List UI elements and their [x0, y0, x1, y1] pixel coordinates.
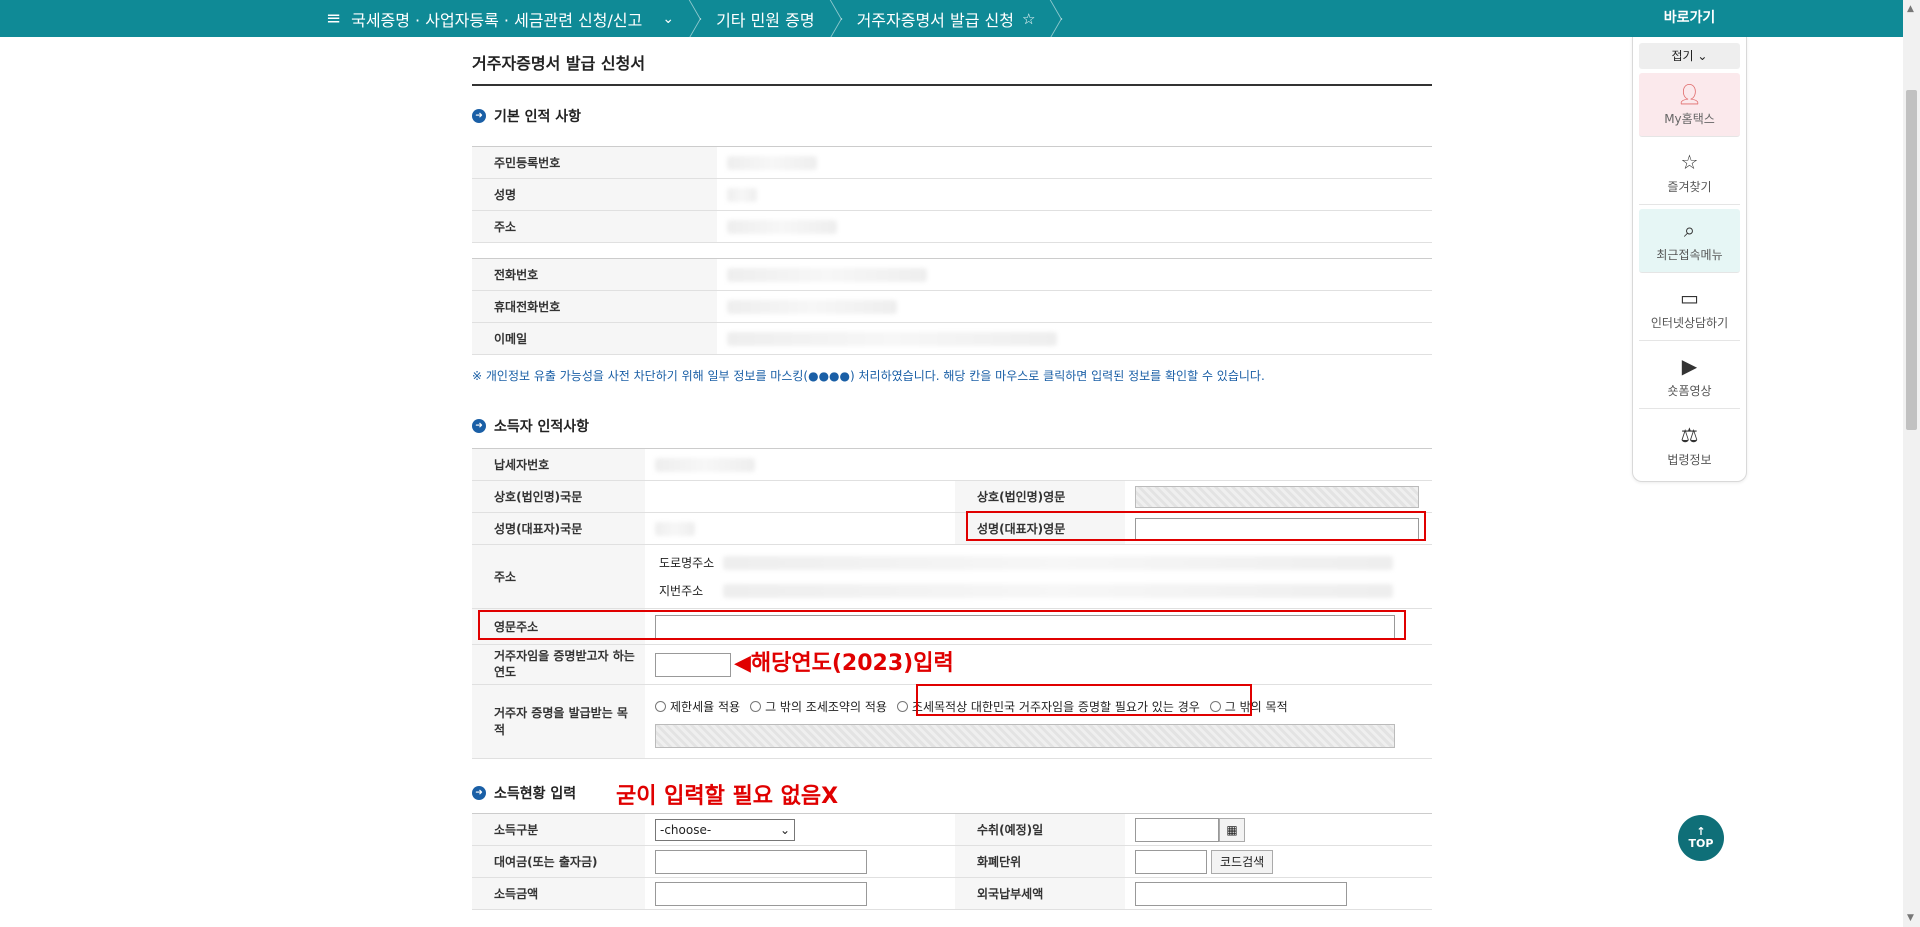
- label-company-en: 상호(법인명)영문: [955, 480, 1125, 513]
- star-icon[interactable]: ☆: [1022, 10, 1035, 28]
- play-icon: ▶: [1681, 354, 1698, 378]
- radio-circle[interactable]: [896, 701, 908, 712]
- hamburger-icon[interactable]: ≡: [326, 8, 341, 29]
- section-title-text: 소득현황 입력: [494, 786, 577, 802]
- label-taxpayer-no: 납세자번호: [472, 448, 645, 481]
- breadcrumb: ≡ 국세증명 · 사업자등록 · 세금관련 신청/신고 ⌄ 기타 민원 증명 거…: [314, 0, 1063, 37]
- breadcrumb-label: 거주자증명서 발급 신청: [856, 10, 1014, 30]
- quick-item-my-hometax[interactable]: 👤︎ My홈택스: [1639, 73, 1740, 137]
- currency-input[interactable]: [1135, 849, 1207, 874]
- section-earner-info-title: ➜ 소득자 인적사항: [472, 416, 1432, 436]
- label-currency: 화폐단위: [955, 845, 1125, 878]
- breadcrumb-label: 기타 민원 증명: [716, 10, 815, 30]
- breadcrumb-separator: [688, 0, 702, 37]
- row-label-name: 성명: [472, 178, 717, 211]
- label-company-kr: 상호(법인명)국문: [472, 480, 645, 513]
- arrow-circle-icon: ➜: [472, 786, 486, 800]
- receipt-date-input[interactable]: [1135, 817, 1219, 842]
- income-amount-input[interactable]: [655, 881, 867, 906]
- row-label-rrn: 주민등록번호: [472, 146, 717, 179]
- quick-item-favorites[interactable]: ☆ 즐겨찾기: [1639, 141, 1740, 205]
- scrollbar-thumb[interactable]: [1906, 90, 1917, 430]
- page-title: 거주자증명서 발급 신청서: [472, 37, 1432, 86]
- purpose-other-field: [655, 723, 1395, 748]
- annotation-box-tax-residency: [916, 684, 1252, 716]
- annotation-no-need: 굳이 입력할 필요 없음X: [616, 784, 839, 809]
- label-year: 거주자임을 증명받고자 하는 연도: [472, 644, 645, 685]
- code-search-button[interactable]: 코드검색: [1211, 849, 1274, 874]
- radio-circle[interactable]: [655, 701, 666, 712]
- section-title-text: 소득자 인적사항: [494, 419, 590, 435]
- quick-item-law-info[interactable]: ⚖ 법령정보: [1639, 413, 1740, 477]
- main-menu-label: 국세증명 · 사업자등록 · 세금관련 신청/신고: [351, 10, 643, 30]
- radio-circle[interactable]: [750, 701, 762, 712]
- arrow-circle-icon: ➜: [472, 419, 486, 433]
- quick-menu-title: 바로가기: [1632, 0, 1747, 37]
- breadcrumb-item-current[interactable]: 거주자증명서 발급 신청 ☆: [843, 0, 1050, 37]
- label-receipt-date: 수취(예정)일: [955, 813, 1125, 846]
- star-icon: ☆: [1680, 150, 1699, 174]
- annotation-box-english-address: [478, 610, 1406, 640]
- label-foreign-tax: 외국납부세액: [955, 877, 1125, 910]
- quick-item-shorts[interactable]: ▶ 숏폼영상: [1639, 345, 1740, 409]
- label-road-address: 도로명주소: [659, 556, 715, 570]
- income-table: 소득구분 -choose- ⌄ 수취(예정)일 ▦ 대여금(또는 출자금) 화폐단…: [472, 813, 1432, 910]
- quick-menu: 바로가기 접기 ⌄ 👤︎ My홈택스 ☆ 즐겨찾기 ⌕ 최근접속메뉴 ▭ 인터넷상담하기…: [1632, 0, 1747, 482]
- chevron-down-icon: ⌄: [1697, 49, 1708, 63]
- vertical-scrollbar[interactable]: ▲ ▼: [1903, 0, 1920, 927]
- search-doc-icon: ⌕: [1683, 218, 1696, 242]
- basic-info-table: 주민등록번호 성명 주소 전화번호 휴대전화번호 이메일: [472, 146, 1432, 355]
- gavel-icon: ⚖: [1680, 422, 1699, 447]
- annotation-box-name-en: [966, 511, 1426, 541]
- year-input[interactable]: [655, 652, 731, 677]
- chevron-down-icon: ⌄: [779, 822, 790, 837]
- breadcrumb-separator: [1049, 0, 1063, 37]
- section-basic-info-title: ➜ 기본 인적 사항: [472, 106, 1432, 126]
- radio-other-treaty[interactable]: 그 밖의 조세조약의 적용: [750, 698, 887, 715]
- breadcrumb-separator: [829, 0, 843, 37]
- fold-button[interactable]: 접기 ⌄: [1639, 43, 1740, 69]
- calendar-icon[interactable]: ▦: [1219, 817, 1245, 842]
- label-income-type: 소득구분: [472, 813, 645, 846]
- label-name-kr: 성명(대표자)국문: [472, 512, 645, 545]
- label-lot-address: 지번주소: [659, 584, 704, 598]
- quick-item-recent-menu[interactable]: ⌕ 최근접속메뉴: [1639, 209, 1740, 273]
- privacy-note: ※ 개인정보 유출 가능성을 사전 차단하기 위해 일부 정보를 마스킹(●●●…: [472, 369, 1265, 383]
- main-menu-dropdown[interactable]: ≡ 국세증명 · 사업자등록 · 세금관련 신청/신고 ⌄: [314, 0, 688, 37]
- scroll-down-icon[interactable]: ▼: [1907, 913, 1914, 923]
- annotation-year-hint: ◀해당연도(2023)입력: [734, 651, 954, 676]
- radio-limited-rate[interactable]: 제한세율 적용: [655, 698, 740, 715]
- arrow-circle-icon: ➜: [472, 109, 486, 123]
- label-address: 주소: [472, 544, 645, 609]
- label-loan: 대여금(또는 출자금): [472, 845, 645, 878]
- loan-input[interactable]: [655, 849, 867, 874]
- scroll-top-button[interactable]: ↑ TOP: [1678, 815, 1724, 861]
- foreign-tax-input[interactable]: [1135, 881, 1347, 906]
- income-type-select[interactable]: -choose- ⌄: [655, 818, 795, 841]
- chevron-down-icon[interactable]: ⌄: [662, 11, 674, 27]
- row-label-email: 이메일: [472, 322, 717, 355]
- breadcrumb-item-other-cert[interactable]: 기타 민원 증명: [702, 0, 829, 37]
- company-en-field: [1135, 485, 1419, 508]
- scroll-up-icon[interactable]: ▲: [1907, 4, 1914, 14]
- label-purpose: 거주자 증명을 발급받는 목적: [472, 684, 645, 759]
- row-label-phone: 전화번호: [472, 258, 717, 291]
- section-title-text: 기본 인적 사항: [494, 109, 582, 125]
- quick-item-online-consult[interactable]: ▭ 인터넷상담하기: [1639, 277, 1740, 341]
- label-income-amount: 소득금액: [472, 877, 645, 910]
- row-label-address: 주소: [472, 210, 717, 243]
- user-icon: 👤︎: [1676, 82, 1703, 106]
- laptop-check-icon: ▭: [1680, 286, 1699, 310]
- row-label-mobile: 휴대전화번호: [472, 290, 717, 323]
